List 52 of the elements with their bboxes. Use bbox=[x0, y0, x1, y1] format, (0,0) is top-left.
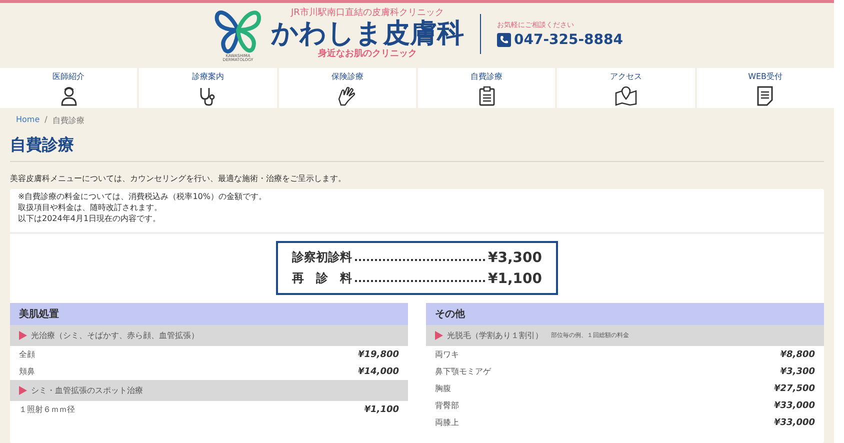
fee-price: ¥1,100 bbox=[488, 270, 542, 286]
nav-tab[interactable]: WEB受付 bbox=[696, 68, 834, 108]
nav-tab[interactable]: 自費診療 bbox=[418, 68, 556, 108]
item-price: ¥14,000 bbox=[358, 366, 399, 376]
breadcrumb-current: 自費診療 bbox=[52, 115, 84, 126]
nav-tab[interactable]: 保険診療 bbox=[278, 68, 416, 108]
breadcrumb-link[interactable]: Home bbox=[16, 115, 40, 126]
item-name: 全顔 bbox=[19, 349, 35, 360]
map-pin-icon bbox=[614, 86, 637, 106]
intro-text: 美容皮膚科メニューについては、カウンセリングを行い、最適な施術・治療をご呈示します。 bbox=[10, 173, 347, 184]
nav-tab[interactable]: 医師紹介 bbox=[0, 68, 138, 108]
phone-number[interactable]: 047-325-8884 bbox=[514, 32, 624, 48]
note-text: 以下は2024年4月1日現在の内容です。 bbox=[18, 213, 162, 224]
item-name: 鼻下顎モミアゲ bbox=[435, 366, 491, 377]
item-name: 両膝上 bbox=[435, 417, 459, 428]
note-text: ※自費診療の料金については、消費税込み（税率10%）の金額です。 bbox=[18, 191, 268, 202]
glove-icon bbox=[337, 86, 358, 106]
nav-tab[interactable]: 診療案内 bbox=[139, 68, 277, 108]
clinic-name: かわしま皮膚科 bbox=[270, 19, 464, 49]
group-title: シミ・血管拡張のスポット治療 bbox=[31, 385, 143, 396]
fee-label: 診察初診料 bbox=[292, 249, 352, 266]
doctor-icon bbox=[60, 86, 78, 106]
breadcrumb-separator: / bbox=[44, 115, 48, 126]
item-price: ¥33,000 bbox=[774, 400, 815, 410]
item-price: ¥27,500 bbox=[774, 384, 815, 394]
note-text: 取扱項目や料金は、随時改訂されます。 bbox=[18, 202, 163, 213]
item-name: １照射６ｍｍ径 bbox=[19, 404, 75, 415]
fee-price: ¥3,300 bbox=[488, 250, 542, 266]
phone-icon bbox=[496, 33, 511, 47]
item-price: ¥1,100 bbox=[364, 404, 399, 414]
section-header: 美肌処置 bbox=[10, 303, 408, 325]
item-price: ¥3,300 bbox=[780, 366, 815, 376]
clipboard-icon bbox=[478, 86, 495, 106]
item-price: ¥33,000 bbox=[774, 418, 815, 428]
triangle-icon bbox=[19, 331, 27, 340]
page-title: 自費診療 bbox=[10, 135, 824, 162]
document-icon bbox=[757, 86, 774, 106]
triangle-icon bbox=[435, 331, 443, 340]
item-name: 胸腹 bbox=[435, 383, 451, 394]
clinic-subtitle: 身近なお肌のクリニック bbox=[318, 49, 417, 60]
fee-label: 再 診 料 bbox=[292, 270, 352, 287]
clinic-tagline: JR市川駅南口直結の皮膚科クリニック bbox=[291, 8, 444, 19]
item-name: 両ワキ bbox=[435, 349, 459, 360]
item-price: ¥19,800 bbox=[358, 350, 399, 360]
triangle-icon bbox=[19, 386, 27, 395]
item-price: ¥8,800 bbox=[780, 350, 815, 360]
item-name: 頬鼻 bbox=[19, 366, 35, 377]
group-title: 光脱毛（学割あり１割引） bbox=[447, 330, 543, 341]
section-header: その他 bbox=[426, 303, 824, 325]
nav-tab[interactable]: アクセス bbox=[557, 68, 695, 108]
item-name: 背臀部 bbox=[435, 400, 459, 411]
group-title: 光治療（シミ、そばかす、赤ら顔、血管拡張） bbox=[31, 330, 199, 341]
